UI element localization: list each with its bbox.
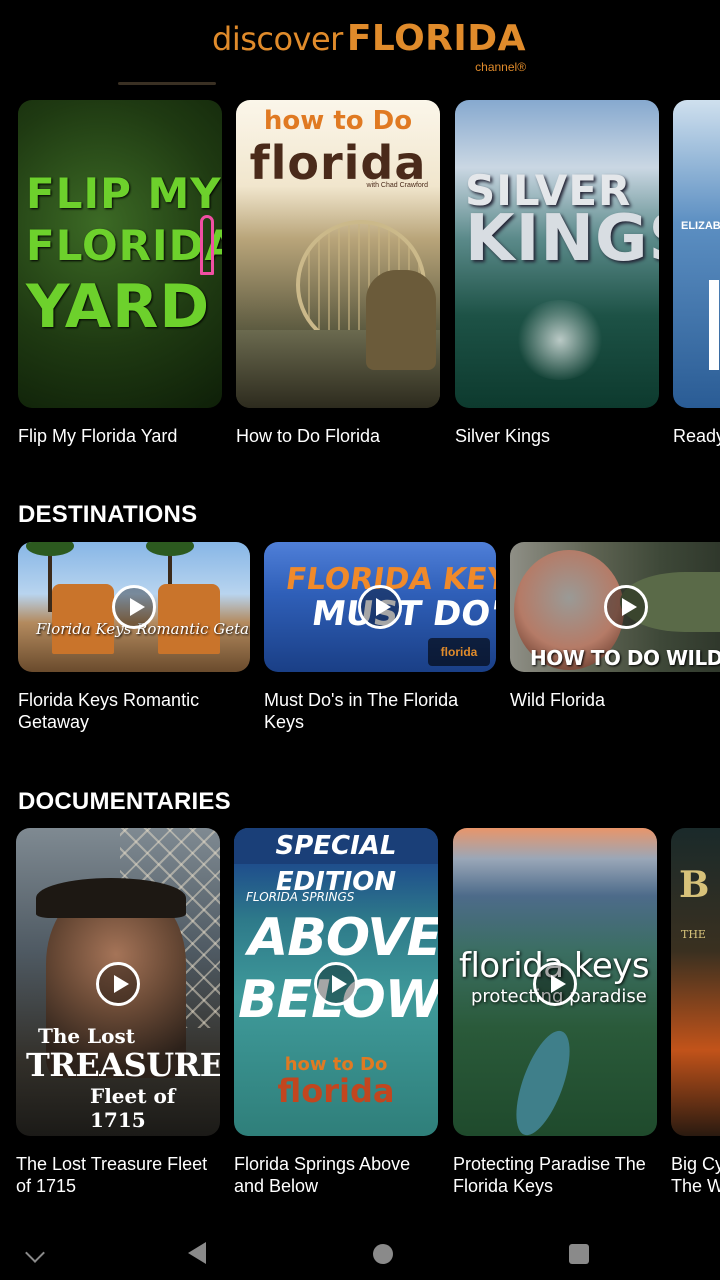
- card-title: Ready: [673, 426, 720, 446]
- destinations-row: Florida Keys Romantic Getaway Florida Ke…: [0, 542, 720, 742]
- featured-row: FLIP MY FLORIDA YARD Flip My Florida Yar…: [0, 100, 720, 460]
- video-thumbnail: FLORIDA KEYS MUST DO'S florida: [264, 542, 496, 672]
- card-title-line-2: The W: [671, 1176, 720, 1196]
- featured-card-flip-my-florida-yard[interactable]: FLIP MY FLORIDA YARD Flip My Florida Yar…: [18, 100, 222, 450]
- logo-florida-text: FLORIDA: [346, 18, 527, 59]
- chevron-down-icon: [25, 1243, 45, 1263]
- thumbnail-art-text: Fleet of 1715: [90, 1084, 176, 1132]
- documentary-card-big-cypress[interactable]: B THE Big Cy The W: [671, 828, 720, 1198]
- home-icon: [373, 1244, 393, 1264]
- destination-card-wild-florida[interactable]: HOW TO DO WILD FLORIDA Wild Florida: [510, 542, 720, 737]
- back-button[interactable]: [168, 1228, 228, 1280]
- destination-card-florida-keys-romantic-getaway[interactable]: Florida Keys Romantic Getaway Florida Ke…: [18, 542, 250, 737]
- video-thumbnail: florida keys protecting paradise: [453, 828, 657, 1136]
- documentary-card-florida-springs[interactable]: SPECIAL EDITION FLORIDA SPRINGS ABOVE BE…: [234, 828, 438, 1198]
- chair-shape: [52, 584, 114, 654]
- thumbnail-art-text: MUST DO'S: [309, 594, 496, 634]
- card-title: Wild Florida: [510, 690, 606, 710]
- thumbnail-art-text: ABOVE: [248, 908, 438, 968]
- video-thumbnail: SPECIAL EDITION FLORIDA SPRINGS ABOVE BE…: [234, 828, 438, 1136]
- logo-channel-text: channel®: [475, 60, 527, 74]
- documentary-card-protecting-paradise[interactable]: florida keys protecting paradise Protect…: [453, 828, 657, 1198]
- card-title: Florida Springs Above and Below: [234, 1154, 411, 1196]
- thumbnail-art-text: B: [679, 864, 710, 906]
- thumbnail-art-shape: [709, 280, 719, 370]
- scroll-indicator: [118, 82, 216, 85]
- play-icon[interactable]: [533, 962, 577, 1006]
- featured-card-ready[interactable]: ELIZABE Ready: [673, 100, 720, 450]
- thumbnail-art-text: how to Do: [263, 106, 413, 136]
- show-thumbnail: ELIZABE: [673, 100, 720, 408]
- thumbnail-art-text: KINGS: [465, 202, 659, 276]
- documentary-card-lost-treasure-fleet[interactable]: The Lost TREASURE Fleet of 1715 The Lost…: [16, 828, 220, 1198]
- thumbnail-art-text: FLIP MY FLORIDA YARD: [26, 169, 222, 342]
- featured-card-silver-kings[interactable]: SILVER KINGS Silver Kings: [455, 100, 659, 450]
- show-thumbnail: FLIP MY FLORIDA YARD: [18, 100, 222, 408]
- thumbnail-badge: florida: [428, 638, 490, 666]
- logo-discover-text: discover: [212, 20, 343, 58]
- system-navigation-bar: [0, 1228, 720, 1280]
- destination-card-must-dos-florida-keys[interactable]: FLORIDA KEYS MUST DO'S florida Must Do's…: [264, 542, 496, 737]
- app-header: discover FLORIDA channel®: [0, 0, 720, 90]
- card-title: Flip My Florida Yard: [18, 426, 178, 446]
- card-title: Protecting Paradise The Florida Keys: [453, 1154, 646, 1196]
- host-shape: [366, 270, 436, 370]
- river-shape: [505, 1024, 581, 1136]
- show-thumbnail: how to Do florida with Chad Crawford: [236, 100, 440, 408]
- card-title: How to Do Florida: [236, 426, 381, 446]
- thumbnail-art-text: THE: [681, 928, 706, 941]
- home-button[interactable]: [353, 1228, 413, 1280]
- collapse-nav-button[interactable]: [8, 1228, 68, 1280]
- video-thumbnail: HOW TO DO WILD FLORIDA: [510, 542, 720, 672]
- thumbnail-art-text: TREASURE: [26, 1046, 220, 1084]
- card-title: The Lost Treasure Fleet of 1715: [16, 1154, 208, 1196]
- video-thumbnail: B THE: [671, 828, 720, 1136]
- play-icon[interactable]: [358, 585, 402, 629]
- play-icon[interactable]: [112, 585, 156, 629]
- play-icon[interactable]: [314, 962, 358, 1006]
- thumbnail-art-text: florida: [277, 1072, 395, 1110]
- thumbnail-art-text: The Lost: [38, 1024, 136, 1048]
- recent-apps-icon: [569, 1244, 589, 1264]
- documentaries-row: The Lost TREASURE Fleet of 1715 The Lost…: [0, 828, 720, 1208]
- thumbnail-art-text: ELIZABE: [681, 220, 720, 232]
- card-title: Must Do's in The Florida Keys: [264, 690, 459, 732]
- thumbnail-art-text: HOW TO DO WILD FLORIDA: [530, 646, 720, 670]
- chair-shape: [158, 584, 220, 654]
- section-heading-destinations: DESTINATIONS: [18, 501, 198, 528]
- section-heading-documentaries: DOCUMENTARIES: [18, 788, 231, 815]
- video-thumbnail: Florida Keys Romantic Getaway: [18, 542, 250, 672]
- discover-florida-logo: discover FLORIDA channel®: [212, 18, 527, 74]
- pirate-hat-shape: [36, 878, 186, 918]
- play-icon[interactable]: [604, 585, 648, 629]
- featured-card-how-to-do-florida[interactable]: how to Do florida with Chad Crawford How…: [236, 100, 440, 450]
- recent-apps-button[interactable]: [549, 1228, 609, 1280]
- video-thumbnail: The Lost TREASURE Fleet of 1715: [16, 828, 220, 1136]
- card-title: Florida Keys Romantic Getaway: [18, 690, 200, 732]
- flamingo-icon: [200, 215, 214, 275]
- play-icon[interactable]: [96, 962, 140, 1006]
- splash-shape: [515, 300, 605, 380]
- thumbnail-art-banner: SPECIAL EDITION: [234, 828, 438, 897]
- card-title-line-1: Big Cy: [671, 1154, 720, 1174]
- back-icon: [188, 1242, 206, 1264]
- show-thumbnail: SILVER KINGS: [455, 100, 659, 408]
- card-title: Silver Kings: [455, 426, 551, 446]
- thumbnail-art-text: with Chad Crawford: [366, 182, 428, 189]
- thumbnail-art-text: FLORIDA SPRINGS: [246, 890, 355, 904]
